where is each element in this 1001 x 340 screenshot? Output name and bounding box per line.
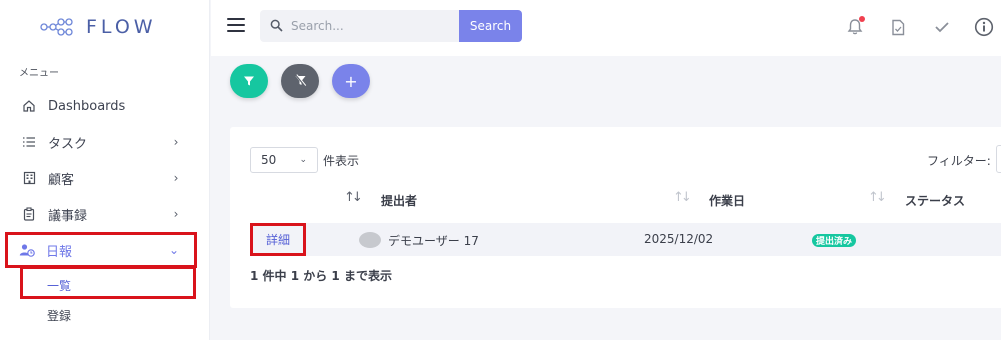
hamburger-menu-icon[interactable]	[227, 18, 245, 32]
building-icon	[18, 171, 40, 185]
column-header-submitter[interactable]: 提出者	[381, 192, 417, 209]
chevron-right-icon: ›	[173, 135, 179, 149]
sort-icon[interactable]: ↑↓	[868, 190, 887, 205]
column-header-status[interactable]: ステータス	[905, 192, 965, 209]
status-badge: 提出済み	[812, 234, 857, 247]
page-length-select[interactable]: 50 ⌄	[250, 147, 318, 173]
sidebar-item-tasks[interactable]: タスク ›	[10, 125, 196, 159]
avatar	[359, 232, 381, 248]
chevron-down-icon: ⌄	[168, 243, 180, 257]
column-header-date[interactable]: 作業日	[709, 192, 745, 209]
menu-caption: メニュー	[19, 68, 59, 79]
sidebar-item-dashboards[interactable]: Dashboards	[10, 89, 196, 123]
clear-filter-button[interactable]	[281, 64, 319, 98]
report-table-card: 50 ⌄ 件表示 フィルター: ↑↓ 提出者 ↑↓ 作業日 ↑↓ ステータス 詳…	[230, 127, 1001, 308]
notification-bell-icon[interactable]	[844, 16, 866, 38]
sort-icon[interactable]: ↑↓	[344, 190, 363, 205]
sidebar-item-customers[interactable]: 顧客 ›	[10, 161, 196, 195]
filter-button[interactable]	[230, 64, 268, 98]
logo-icon	[40, 18, 73, 36]
submitter-cell: デモユーザー 17	[388, 234, 479, 248]
chevron-right-icon: ›	[173, 207, 179, 221]
user-clock-icon	[16, 243, 38, 257]
add-button[interactable]: +	[332, 64, 370, 98]
sub-item-register[interactable]: 登録	[47, 307, 71, 324]
page-length-value: 50	[261, 153, 277, 167]
top-header: Search	[211, 0, 1001, 56]
logo[interactable]: FLOW	[40, 14, 157, 40]
sidebar-item-label: 日報	[46, 244, 73, 260]
filter-clear-icon	[294, 72, 307, 91]
document-icon[interactable]	[887, 16, 909, 38]
date-cell: 2025/12/02	[644, 232, 714, 246]
clipboard-icon	[18, 207, 40, 221]
search-button[interactable]: Search	[459, 10, 522, 42]
page-length-label: 件表示	[323, 154, 360, 168]
filter-icon	[243, 72, 255, 91]
list-icon	[18, 136, 40, 148]
plus-icon: +	[344, 71, 358, 91]
notification-dot	[859, 16, 865, 22]
search-input[interactable]	[291, 19, 441, 33]
info-icon[interactable]	[973, 16, 995, 38]
sidebar-item-label: タスク	[48, 136, 88, 152]
chevron-right-icon: ›	[173, 171, 179, 185]
chevron-down-icon: ⌄	[299, 155, 307, 165]
sidebar: FLOW メニュー Dashboards タスク › 顧客 › 議事録 › 日報	[0, 0, 210, 340]
sort-icon[interactable]: ↑↓	[673, 190, 692, 205]
search-icon	[270, 17, 283, 36]
filter-input[interactable]	[996, 145, 1001, 173]
check-icon[interactable]	[931, 16, 953, 38]
home-icon	[18, 99, 40, 113]
logo-text: FLOW	[86, 16, 157, 38]
sidebar-item-label: Dashboards	[48, 98, 126, 114]
sidebar-item-label: 顧客	[48, 172, 75, 188]
sidebar-item-daily-report[interactable]: 日報 ⌄	[5, 232, 197, 268]
detail-link[interactable]: 詳細	[250, 223, 306, 256]
sidebar-item-minutes[interactable]: 議事録 ›	[10, 197, 196, 231]
filter-label: フィルター:	[927, 154, 991, 168]
table-info: 1 件中 1 から 1 まで表示	[250, 269, 392, 283]
sub-item-list[interactable]: 一覧	[47, 277, 71, 294]
sidebar-item-label: 議事録	[48, 208, 88, 224]
search-box	[260, 10, 459, 42]
